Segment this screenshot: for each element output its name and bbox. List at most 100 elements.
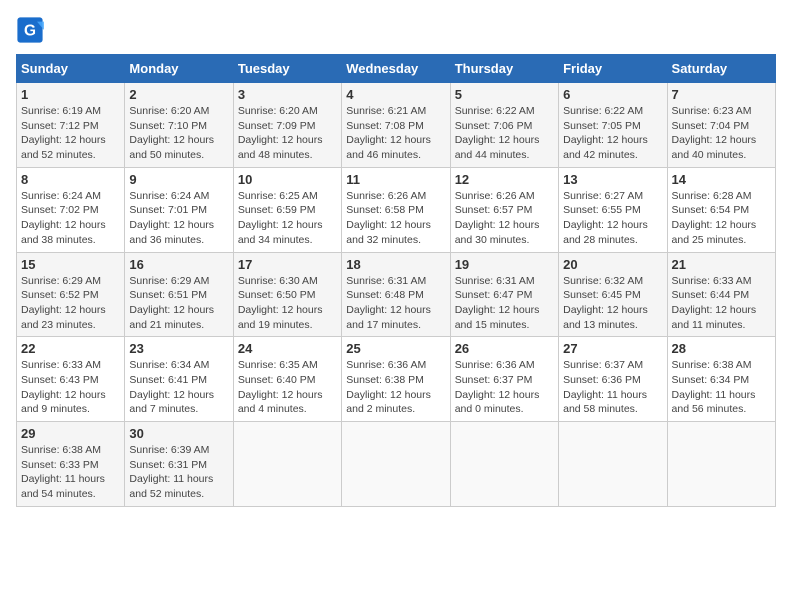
calendar-day [342,422,450,507]
day-number: 14 [672,172,771,187]
calendar-day: 14 Sunrise: 6:28 AM Sunset: 6:54 PM Dayli… [667,167,775,252]
day-number: 2 [129,87,228,102]
calendar-day: 24Sunrise: 6:35 AM Sunset: 6:40 PM Dayli… [233,337,341,422]
day-info: Sunrise: 6:35 AM Sunset: 6:40 PM Dayligh… [238,358,337,417]
calendar-day: 13 Sunrise: 6:27 AM Sunset: 6:55 PM Dayli… [559,167,667,252]
calendar-day [233,422,341,507]
day-number: 27 [563,341,662,356]
calendar-week-2: 8Sunrise: 6:24 AM Sunset: 7:02 PM Daylig… [17,167,776,252]
day-info: Sunrise: 6:36 AM Sunset: 6:37 PM Dayligh… [455,358,554,417]
calendar-day: 17Sunrise: 6:30 AM Sunset: 6:50 PM Dayli… [233,252,341,337]
day-number: 19 [455,257,554,272]
calendar-day: 9 Sunrise: 6:24 AM Sunset: 7:01 PM Daylig… [125,167,233,252]
logo-icon: G [16,16,44,44]
day-number: 18 [346,257,445,272]
day-info: Sunrise: 6:37 AM Sunset: 6:36 PM Dayligh… [563,358,662,417]
day-number: 26 [455,341,554,356]
calendar-day: 22Sunrise: 6:33 AM Sunset: 6:43 PM Dayli… [17,337,125,422]
day-number: 3 [238,87,337,102]
calendar-day: 10 Sunrise: 6:25 AM Sunset: 6:59 PM Dayli… [233,167,341,252]
day-info: Sunrise: 6:26 AM Sunset: 6:57 PM Dayligh… [455,189,554,248]
calendar-day: 12 Sunrise: 6:26 AM Sunset: 6:57 PM Dayli… [450,167,558,252]
day-info: Sunrise: 6:27 AM Sunset: 6:55 PM Dayligh… [563,189,662,248]
calendar-day: 6 Sunrise: 6:22 AM Sunset: 7:05 PM Daylig… [559,83,667,168]
day-info: Sunrise: 6:39 AM Sunset: 6:31 PM Dayligh… [129,443,228,502]
logo: G [16,16,48,44]
weekday-header-monday: Monday [125,55,233,83]
calendar-day: 2 Sunrise: 6:20 AM Sunset: 7:10 PM Daylig… [125,83,233,168]
day-info: Sunrise: 6:38 AM Sunset: 6:33 PM Dayligh… [21,443,120,502]
calendar-day: 5 Sunrise: 6:22 AM Sunset: 7:06 PM Daylig… [450,83,558,168]
calendar-day: 23 Sunrise: 6:34 AM Sunset: 6:41 PM Dayli… [125,337,233,422]
day-info: Sunrise: 6:36 AM Sunset: 6:38 PM Dayligh… [346,358,445,417]
calendar-day: 15 Sunrise: 6:29 AM Sunset: 6:52 PM Dayli… [17,252,125,337]
calendar-day: 4Sunrise: 6:21 AM Sunset: 7:08 PM Daylig… [342,83,450,168]
day-number: 23 [129,341,228,356]
day-info: Sunrise: 6:29 AM Sunset: 6:52 PM Dayligh… [21,274,120,333]
day-number: 10 [238,172,337,187]
day-number: 29 [21,426,120,441]
day-info: Sunrise: 6:29 AM Sunset: 6:51 PM Dayligh… [129,274,228,333]
day-info: Sunrise: 6:21 AM Sunset: 7:08 PM Dayligh… [346,104,445,163]
calendar-day: 27 Sunrise: 6:37 AM Sunset: 6:36 PM Dayli… [559,337,667,422]
day-number: 16 [129,257,228,272]
weekday-header-saturday: Saturday [667,55,775,83]
calendar-day: 30 Sunrise: 6:39 AM Sunset: 6:31 PM Dayli… [125,422,233,507]
weekday-header-tuesday: Tuesday [233,55,341,83]
calendar-day [559,422,667,507]
calendar-day: 28 Sunrise: 6:38 AM Sunset: 6:34 PM Dayli… [667,337,775,422]
weekday-header-wednesday: Wednesday [342,55,450,83]
day-info: Sunrise: 6:24 AM Sunset: 7:02 PM Dayligh… [21,189,120,248]
day-number: 12 [455,172,554,187]
day-number: 25 [346,341,445,356]
day-info: Sunrise: 6:33 AM Sunset: 6:43 PM Dayligh… [21,358,120,417]
day-info: Sunrise: 6:34 AM Sunset: 6:41 PM Dayligh… [129,358,228,417]
weekday-header-friday: Friday [559,55,667,83]
day-info: Sunrise: 6:23 AM Sunset: 7:04 PM Dayligh… [672,104,771,163]
weekday-header-thursday: Thursday [450,55,558,83]
day-number: 13 [563,172,662,187]
calendar-day: 29 Sunrise: 6:38 AM Sunset: 6:33 PM Dayli… [17,422,125,507]
day-info: Sunrise: 6:38 AM Sunset: 6:34 PM Dayligh… [672,358,771,417]
day-info: Sunrise: 6:33 AM Sunset: 6:44 PM Dayligh… [672,274,771,333]
calendar-day: 26 Sunrise: 6:36 AM Sunset: 6:37 PM Dayli… [450,337,558,422]
calendar-day [667,422,775,507]
calendar-day: 20 Sunrise: 6:32 AM Sunset: 6:45 PM Dayli… [559,252,667,337]
calendar-day [450,422,558,507]
day-info: Sunrise: 6:20 AM Sunset: 7:10 PM Dayligh… [129,104,228,163]
day-number: 9 [129,172,228,187]
day-number: 7 [672,87,771,102]
calendar-day: 7 Sunrise: 6:23 AM Sunset: 7:04 PM Daylig… [667,83,775,168]
day-info: Sunrise: 6:22 AM Sunset: 7:05 PM Dayligh… [563,104,662,163]
day-number: 11 [346,172,445,187]
calendar-day: 18 Sunrise: 6:31 AM Sunset: 6:48 PM Dayli… [342,252,450,337]
day-number: 21 [672,257,771,272]
calendar-week-3: 15 Sunrise: 6:29 AM Sunset: 6:52 PM Dayli… [17,252,776,337]
calendar-header: SundayMondayTuesdayWednesdayThursdayFrid… [17,55,776,83]
day-number: 6 [563,87,662,102]
day-number: 15 [21,257,120,272]
day-info: Sunrise: 6:22 AM Sunset: 7:06 PM Dayligh… [455,104,554,163]
day-number: 1 [21,87,120,102]
day-info: Sunrise: 6:32 AM Sunset: 6:45 PM Dayligh… [563,274,662,333]
day-info: Sunrise: 6:25 AM Sunset: 6:59 PM Dayligh… [238,189,337,248]
day-number: 5 [455,87,554,102]
day-info: Sunrise: 6:30 AM Sunset: 6:50 PM Dayligh… [238,274,337,333]
calendar-week-4: 22Sunrise: 6:33 AM Sunset: 6:43 PM Dayli… [17,337,776,422]
calendar-day: 16 Sunrise: 6:29 AM Sunset: 6:51 PM Dayli… [125,252,233,337]
calendar-day: 3 Sunrise: 6:20 AM Sunset: 7:09 PM Daylig… [233,83,341,168]
calendar-week-1: 1Sunrise: 6:19 AM Sunset: 7:12 PM Daylig… [17,83,776,168]
day-info: Sunrise: 6:31 AM Sunset: 6:48 PM Dayligh… [346,274,445,333]
calendar-week-5: 29 Sunrise: 6:38 AM Sunset: 6:33 PM Dayli… [17,422,776,507]
day-number: 20 [563,257,662,272]
page-header: G [16,16,776,44]
day-number: 30 [129,426,228,441]
calendar-day: 8Sunrise: 6:24 AM Sunset: 7:02 PM Daylig… [17,167,125,252]
day-number: 28 [672,341,771,356]
calendar-table: SundayMondayTuesdayWednesdayThursdayFrid… [16,54,776,507]
day-info: Sunrise: 6:24 AM Sunset: 7:01 PM Dayligh… [129,189,228,248]
day-info: Sunrise: 6:26 AM Sunset: 6:58 PM Dayligh… [346,189,445,248]
day-info: Sunrise: 6:28 AM Sunset: 6:54 PM Dayligh… [672,189,771,248]
day-info: Sunrise: 6:20 AM Sunset: 7:09 PM Dayligh… [238,104,337,163]
calendar-day: 19Sunrise: 6:31 AM Sunset: 6:47 PM Dayli… [450,252,558,337]
